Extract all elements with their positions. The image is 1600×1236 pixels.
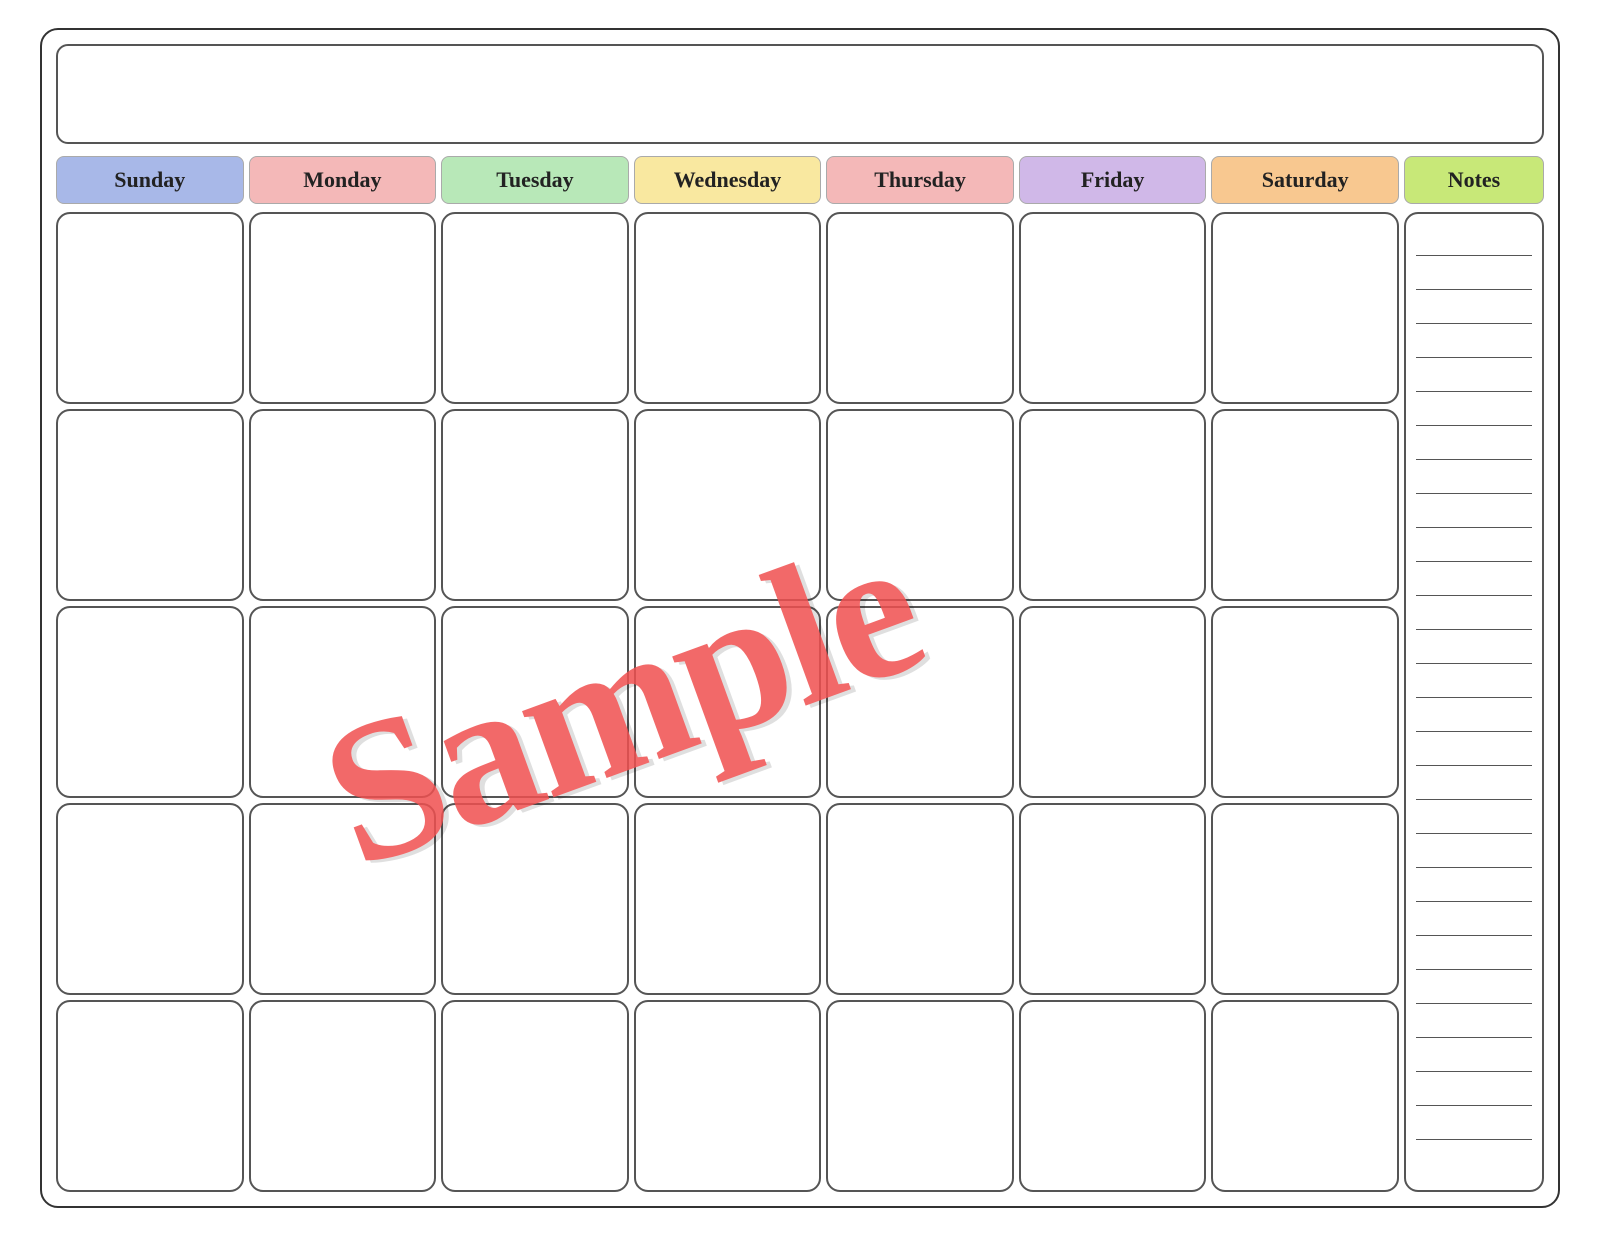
cell-r4-mon[interactable] — [249, 803, 437, 995]
title-bar — [56, 44, 1544, 144]
cell-r4-sat[interactable] — [1211, 803, 1399, 995]
notes-column — [1404, 212, 1544, 1192]
cell-r4-thu[interactable] — [826, 803, 1014, 995]
cell-r5-tue[interactable] — [441, 1000, 629, 1192]
notes-line — [1416, 970, 1532, 1004]
notes-line — [1416, 1106, 1532, 1140]
cell-r3-fri[interactable] — [1019, 606, 1207, 798]
cell-r3-sat[interactable] — [1211, 606, 1399, 798]
notes-line — [1416, 358, 1532, 392]
cell-r2-mon[interactable] — [249, 409, 437, 601]
cell-r3-sun[interactable] — [56, 606, 244, 798]
header-row: Sunday Monday Tuesday Wednesday Thursday… — [56, 156, 1544, 204]
cell-r5-thu[interactable] — [826, 1000, 1014, 1192]
cell-r4-fri[interactable] — [1019, 803, 1207, 995]
header-sunday: Sunday — [56, 156, 244, 204]
cell-r5-mon[interactable] — [249, 1000, 437, 1192]
notes-line — [1416, 460, 1532, 494]
cell-r5-wed[interactable] — [634, 1000, 822, 1192]
cell-r2-thu[interactable] — [826, 409, 1014, 601]
cell-r3-tue[interactable] — [441, 606, 629, 798]
notes-line — [1416, 562, 1532, 596]
header-thursday: Thursday — [826, 156, 1014, 204]
notes-line — [1416, 766, 1532, 800]
header-wednesday: Wednesday — [634, 156, 822, 204]
notes-line — [1416, 732, 1532, 766]
notes-line — [1416, 664, 1532, 698]
notes-line — [1416, 494, 1532, 528]
notes-line — [1416, 630, 1532, 664]
cell-r1-sun[interactable] — [56, 212, 244, 404]
notes-line — [1416, 1038, 1532, 1072]
cell-r2-sun[interactable] — [56, 409, 244, 601]
calendar-grid: Sample — [56, 212, 1544, 1192]
cell-r1-thu[interactable] — [826, 212, 1014, 404]
header-friday: Friday — [1019, 156, 1207, 204]
notes-line — [1416, 528, 1532, 562]
cell-r1-mon[interactable] — [249, 212, 437, 404]
cell-r4-tue[interactable] — [441, 803, 629, 995]
cell-r3-mon[interactable] — [249, 606, 437, 798]
notes-line — [1416, 902, 1532, 936]
cell-r5-fri[interactable] — [1019, 1000, 1207, 1192]
notes-line — [1416, 426, 1532, 460]
notes-line — [1416, 800, 1532, 834]
header-monday: Monday — [249, 156, 437, 204]
cell-r5-sun[interactable] — [56, 1000, 244, 1192]
notes-line — [1416, 290, 1532, 324]
cell-r4-wed[interactable] — [634, 803, 822, 995]
header-notes: Notes — [1404, 156, 1544, 204]
calendar-container: Sunday Monday Tuesday Wednesday Thursday… — [40, 28, 1560, 1208]
notes-line — [1416, 1004, 1532, 1038]
cell-r3-wed[interactable] — [634, 606, 822, 798]
cell-r1-sat[interactable] — [1211, 212, 1399, 404]
notes-line — [1416, 868, 1532, 902]
notes-line — [1416, 392, 1532, 426]
header-saturday: Saturday — [1211, 156, 1399, 204]
header-tuesday: Tuesday — [441, 156, 629, 204]
notes-line — [1416, 256, 1532, 290]
cell-r1-wed[interactable] — [634, 212, 822, 404]
notes-line — [1416, 596, 1532, 630]
cell-r2-fri[interactable] — [1019, 409, 1207, 601]
notes-line — [1416, 698, 1532, 732]
cell-r2-tue[interactable] — [441, 409, 629, 601]
cell-r2-wed[interactable] — [634, 409, 822, 601]
notes-line — [1416, 222, 1532, 256]
cell-r1-fri[interactable] — [1019, 212, 1207, 404]
notes-line — [1416, 1072, 1532, 1106]
notes-line — [1416, 834, 1532, 868]
cell-r3-thu[interactable] — [826, 606, 1014, 798]
cell-r2-sat[interactable] — [1211, 409, 1399, 601]
cell-r4-sun[interactable] — [56, 803, 244, 995]
notes-line — [1416, 936, 1532, 970]
cell-r1-tue[interactable] — [441, 212, 629, 404]
cell-r5-sat[interactable] — [1211, 1000, 1399, 1192]
notes-line — [1416, 324, 1532, 358]
